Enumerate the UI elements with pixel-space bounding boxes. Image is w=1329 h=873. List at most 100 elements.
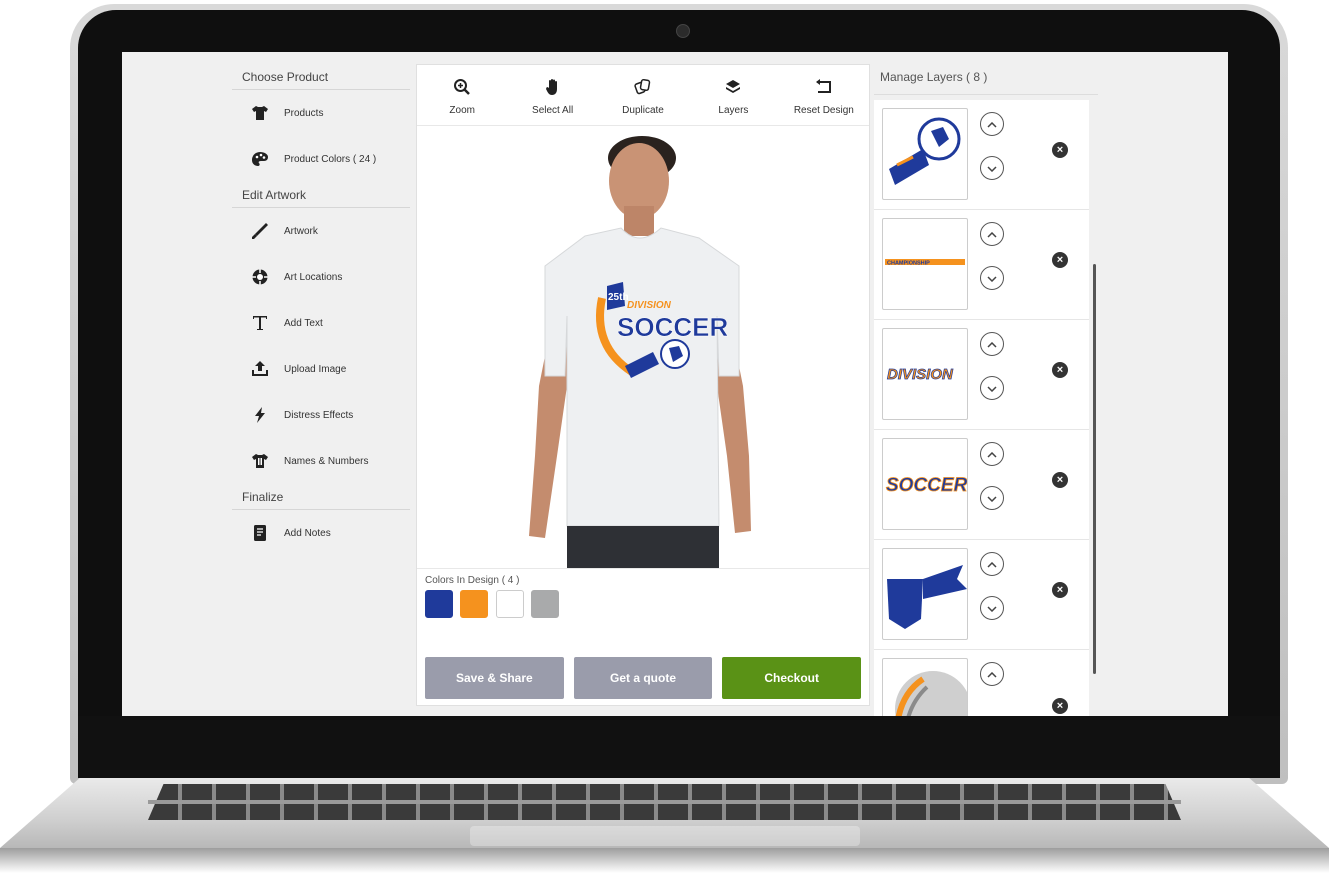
app-screen: Choose Product Products Product Colors (… (122, 52, 1228, 716)
layer-row: SOCCER × (874, 430, 1089, 540)
move-layer-up-button[interactable] (980, 662, 1004, 686)
sidebar-item-label: Artwork (284, 225, 318, 237)
undo-icon (814, 75, 834, 99)
palette-icon (250, 149, 270, 169)
remove-layer-button[interactable]: × (1052, 698, 1068, 714)
layer-row: × (874, 540, 1089, 650)
layers-scrollbar[interactable] (1093, 264, 1096, 674)
text-icon (250, 313, 270, 333)
sidebar-item-product-colors[interactable]: Product Colors ( 24 ) (232, 136, 410, 182)
close-icon: × (1056, 364, 1064, 376)
zoom-button[interactable]: Zoom (417, 65, 507, 125)
layer-thumbnail[interactable] (882, 108, 968, 200)
product-canvas[interactable]: 25th DIVISION SOCCER (417, 126, 869, 569)
hand-icon (545, 75, 561, 99)
close-icon: × (1056, 254, 1064, 266)
layers-button[interactable]: Layers (688, 65, 778, 125)
remove-layer-button[interactable]: × (1052, 582, 1068, 598)
tool-sidebar: Choose Product Products Product Colors (… (232, 64, 410, 664)
layer-text-division: DIVISION (887, 366, 954, 383)
layer-thumbnail[interactable]: DIVISION (882, 328, 968, 420)
color-swatches (425, 590, 861, 618)
swatch-blue[interactable] (425, 590, 453, 618)
chevron-down-icon (987, 599, 997, 617)
sidebar-item-label: Art Locations (284, 271, 343, 283)
layer-thumbnail[interactable]: CHAMPIONSHIP (882, 218, 968, 310)
sidebar-item-names-numbers[interactable]: Names & Numbers (232, 438, 410, 484)
remove-layer-button[interactable]: × (1052, 362, 1068, 378)
layer-thumbnail[interactable] (882, 658, 968, 716)
swatch-orange[interactable] (460, 590, 489, 618)
move-layer-up-button[interactable] (980, 442, 1004, 466)
move-layer-down-button[interactable] (980, 156, 1004, 180)
checkout-button[interactable]: Checkout (722, 657, 862, 699)
duplicate-label: Duplicate (622, 104, 664, 116)
duplicate-icon (634, 75, 652, 99)
swatch-gray[interactable] (531, 590, 560, 618)
get-quote-button[interactable]: Get a quote (573, 657, 713, 699)
zoom-in-icon (453, 75, 471, 99)
move-layer-down-button[interactable] (980, 376, 1004, 400)
remove-layer-button[interactable]: × (1052, 472, 1068, 488)
sidebar-item-add-notes[interactable]: Add Notes (232, 510, 410, 556)
model-tshirt-preview: 25th DIVISION SOCCER (529, 136, 751, 568)
section-edit-artwork: Edit Artwork (232, 182, 410, 208)
sidebar-item-products[interactable]: Products (232, 90, 410, 136)
laptop-shadow (0, 848, 1329, 873)
layers-icon (725, 75, 741, 99)
design-workspace: Zoom Select All Duplicate Layers Reset D… (416, 64, 870, 706)
design-badge-text: 25th (608, 292, 629, 303)
move-layer-up-button[interactable] (980, 112, 1004, 136)
reset-design-label: Reset Design (793, 104, 854, 116)
layer-row: DIVISION × (874, 320, 1089, 430)
layers-label: Layers (718, 104, 749, 116)
sidebar-item-label: Upload Image (284, 363, 347, 375)
chevron-down-icon (987, 159, 997, 177)
manage-layers-panel: Manage Layers ( 8 ) × CHAMPIONSHIP × DIV… (874, 64, 1098, 716)
sidebar-item-distress-effects[interactable]: Distress Effects (232, 392, 410, 438)
layer-row: CHAMPIONSHIP × (874, 210, 1089, 320)
lightning-icon (250, 405, 270, 425)
duplicate-button[interactable]: Duplicate (598, 65, 688, 125)
chevron-down-icon (987, 269, 997, 287)
save-share-button[interactable]: Save & Share (425, 657, 564, 699)
swatch-white[interactable] (495, 590, 524, 618)
chevron-down-icon (987, 379, 997, 397)
move-layer-up-button[interactable] (980, 552, 1004, 576)
remove-layer-button[interactable]: × (1052, 142, 1068, 158)
design-soccer-text: SOCCER (617, 312, 728, 342)
reset-design-button[interactable]: Reset Design (779, 65, 869, 125)
sidebar-item-label: Product Colors ( 24 ) (284, 153, 377, 165)
chevron-up-icon (987, 555, 997, 573)
layer-thumbnail[interactable]: SOCCER (882, 438, 968, 530)
notes-icon (250, 523, 270, 543)
close-icon: × (1056, 474, 1064, 486)
move-layer-up-button[interactable] (980, 332, 1004, 356)
sidebar-item-add-text[interactable]: Add Text (232, 300, 410, 346)
brush-icon (250, 221, 270, 241)
colors-in-design-label: Colors In Design ( 4 ) (425, 575, 520, 586)
layer-row: × (874, 650, 1089, 716)
move-layer-down-button[interactable] (980, 266, 1004, 290)
sidebar-item-label: Products (284, 107, 324, 119)
chevron-up-icon (987, 115, 997, 133)
chevron-up-icon (987, 665, 997, 683)
colors-in-design: Colors In Design ( 4 ) (417, 569, 869, 639)
remove-layer-button[interactable]: × (1052, 252, 1068, 268)
tshirt-icon (250, 103, 270, 123)
move-layer-up-button[interactable] (980, 222, 1004, 246)
move-layer-down-button[interactable] (980, 596, 1004, 620)
sidebar-item-art-locations[interactable]: Art Locations (232, 254, 410, 300)
close-icon: × (1056, 584, 1064, 596)
layer-text-championship: CHAMPIONSHIP (887, 261, 930, 267)
layer-thumbnail[interactable] (882, 548, 968, 640)
chevron-up-icon (987, 445, 997, 463)
layer-text-soccer: SOCCER (886, 475, 967, 496)
manage-layers-title: Manage Layers ( 8 ) (874, 64, 1098, 95)
sidebar-item-artwork[interactable]: Artwork (232, 208, 410, 254)
location-target-icon (250, 267, 270, 287)
section-finalize: Finalize (232, 484, 410, 510)
select-all-button[interactable]: Select All (507, 65, 597, 125)
move-layer-down-button[interactable] (980, 486, 1004, 510)
sidebar-item-upload-image[interactable]: Upload Image (232, 346, 410, 392)
